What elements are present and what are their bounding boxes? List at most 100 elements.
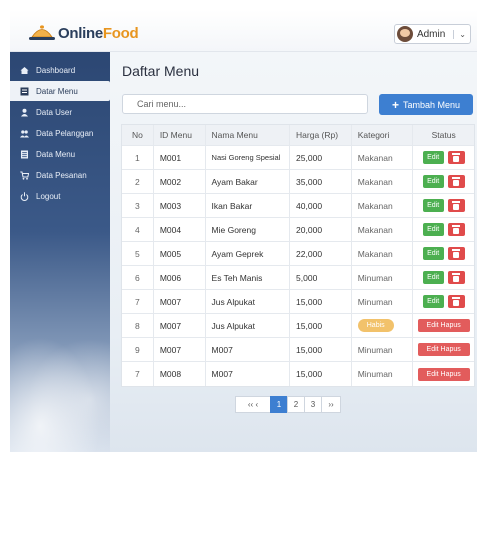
table-cell: Ikan Bakar <box>206 194 291 217</box>
delete-button[interactable] <box>447 295 465 308</box>
next-page-button[interactable]: ›› <box>321 396 341 413</box>
table-row: 2 M002 Ayam Bakar 35,000 Makanan Edit <box>122 170 474 194</box>
table-cell: Edit Hapus <box>413 362 474 386</box>
table-cell: M007 <box>154 290 206 313</box>
avatar <box>396 26 413 42</box>
column-header[interactable]: ID Menu <box>154 125 206 145</box>
table-cell: Minuman <box>352 290 414 313</box>
page-2-button[interactable]: 2 <box>287 396 305 413</box>
chevron-down-icon[interactable]: ⌄ <box>453 29 466 39</box>
edit-button[interactable]: Edit <box>422 175 444 188</box>
table-cell: 20,000 <box>290 218 352 241</box>
column-header[interactable]: No <box>122 125 154 145</box>
sidebar-item-label: Data Menu <box>36 149 76 159</box>
table-cell: M007 <box>206 338 291 361</box>
document-icon <box>20 150 29 159</box>
table-cell: 3 <box>122 194 154 217</box>
trash-icon <box>452 176 461 186</box>
table-cell: Minuman <box>352 338 414 361</box>
table-cell: 1 <box>122 146 154 169</box>
sidebar-item-label: Dashboard <box>36 65 76 75</box>
delete-button[interactable] <box>447 199 465 212</box>
table-cell: Habis <box>352 314 414 337</box>
table-cell: Edit <box>413 194 474 217</box>
sidebar-item-logout[interactable]: Logout <box>10 186 110 206</box>
table-cell: Makanan <box>352 242 414 265</box>
table-cell: Edit <box>413 242 474 265</box>
column-header[interactable]: Nama Menu <box>206 125 291 145</box>
edit-button[interactable]: Edit <box>422 151 444 164</box>
trash-icon <box>452 296 461 306</box>
sidebar-background-art <box>10 322 110 452</box>
table-cell: 6 <box>122 266 154 289</box>
table-cell: Makanan <box>352 170 414 193</box>
column-header[interactable]: Status <box>413 125 474 145</box>
edit-hapus-button[interactable]: Edit Hapus <box>417 367 470 381</box>
sidebar-item-data-pesanan[interactable]: Data Pesanan <box>10 165 110 185</box>
edit-hapus-button[interactable]: Edit Hapus <box>417 319 470 332</box>
column-header[interactable]: Kategori <box>352 125 414 145</box>
sidebar-item-daftar-menu[interactable]: Datar Menu <box>10 81 110 101</box>
search-input[interactable]: Cari menu... <box>122 94 368 114</box>
table-body: 1 M001 Nasi Goreng Spesial 25,000 Makanan Edi… <box>122 146 474 386</box>
menu-list-icon <box>20 87 29 96</box>
table-cell: Mie Goreng <box>206 218 291 241</box>
edit-button[interactable]: Edit <box>422 271 444 284</box>
table-cell: Makanan <box>352 194 414 217</box>
sidebar-item-dashboard[interactable]: Dashboard <box>10 60 110 80</box>
status-badge: Habis <box>357 319 394 332</box>
table-cell: M001 <box>154 146 206 169</box>
column-header[interactable]: Harga (Rp) <box>290 125 352 145</box>
cloche-icon <box>28 23 56 43</box>
delete-button[interactable] <box>447 223 465 236</box>
previous-page-button[interactable]: ‹‹ ‹ <box>235 396 271 413</box>
user-name: Admin <box>416 28 446 40</box>
sidebar-item-label: Logout <box>36 191 61 201</box>
table-cell: 8 <box>122 314 154 337</box>
table-cell: Edit Hapus <box>413 314 474 337</box>
table-cell: Edit <box>413 266 474 289</box>
table-cell: 4 <box>122 218 154 241</box>
table-row: 4 M004 Mie Goreng 20,000 Makanan Edit <box>122 218 474 242</box>
table-row: 7 M008 M007 15,000 Minuman Edit Hapus <box>122 362 474 386</box>
delete-button[interactable] <box>447 175 465 188</box>
table-cell: 7 <box>122 362 154 386</box>
delete-button[interactable] <box>447 151 465 164</box>
delete-button[interactable] <box>447 247 465 260</box>
table-row: 3 M003 Ikan Bakar 40,000 Makanan Edit <box>122 194 474 218</box>
table-cell: 7 <box>122 290 154 313</box>
table-cell: 9 <box>122 338 154 361</box>
edit-button[interactable]: Edit <box>422 199 444 212</box>
table-cell: 15,000 <box>290 362 352 386</box>
sidebar-item-data-menu[interactable]: Data Menu <box>10 144 110 164</box>
table-row: 7 M007 Jus Alpukat 15,000 Minuman Edit <box>122 290 474 314</box>
trash-icon <box>452 224 461 234</box>
logo[interactable]: OnlineFood <box>28 21 139 45</box>
table-cell: M007 <box>154 338 206 361</box>
table-cell: Nasi Goreng Spesial <box>206 146 291 169</box>
table-row: 1 M001 Nasi Goreng Spesial 25,000 Makanan Edi… <box>122 146 474 170</box>
table-cell: Edit Hapus <box>413 338 474 361</box>
edit-button[interactable]: Edit <box>422 295 444 308</box>
table-cell: Makanan <box>352 146 414 169</box>
table-cell: 25,000 <box>290 146 352 169</box>
edit-button[interactable]: Edit <box>422 223 444 236</box>
table-cell: 5 <box>122 242 154 265</box>
table-cell: M007 <box>206 362 291 386</box>
edit-button[interactable]: Edit <box>422 247 444 260</box>
add-menu-button[interactable]: + Tambah Menu <box>379 94 473 115</box>
sidebar-item-data-pelanggan[interactable]: Data Pelanggan <box>10 123 110 143</box>
table-header-row: No ID Menu Nama Menu Harga (Rp) Kategori… <box>122 125 474 146</box>
table-cell: Jus Alpukat <box>206 290 291 313</box>
sidebar-item-data-user[interactable]: Data User <box>10 102 110 122</box>
table-cell: M006 <box>154 266 206 289</box>
page-1-button[interactable]: 1 <box>270 396 288 413</box>
table-cell: M003 <box>154 194 206 217</box>
edit-hapus-button[interactable]: Edit Hapus <box>417 343 470 356</box>
brand-name: OnlineFood <box>58 24 139 42</box>
page-3-button[interactable]: 3 <box>304 396 322 413</box>
trash-icon <box>452 248 461 258</box>
delete-button[interactable] <box>447 271 465 284</box>
table-cell: Makanan <box>352 218 414 241</box>
user-menu[interactable]: Admin ⌄ <box>393 24 471 44</box>
